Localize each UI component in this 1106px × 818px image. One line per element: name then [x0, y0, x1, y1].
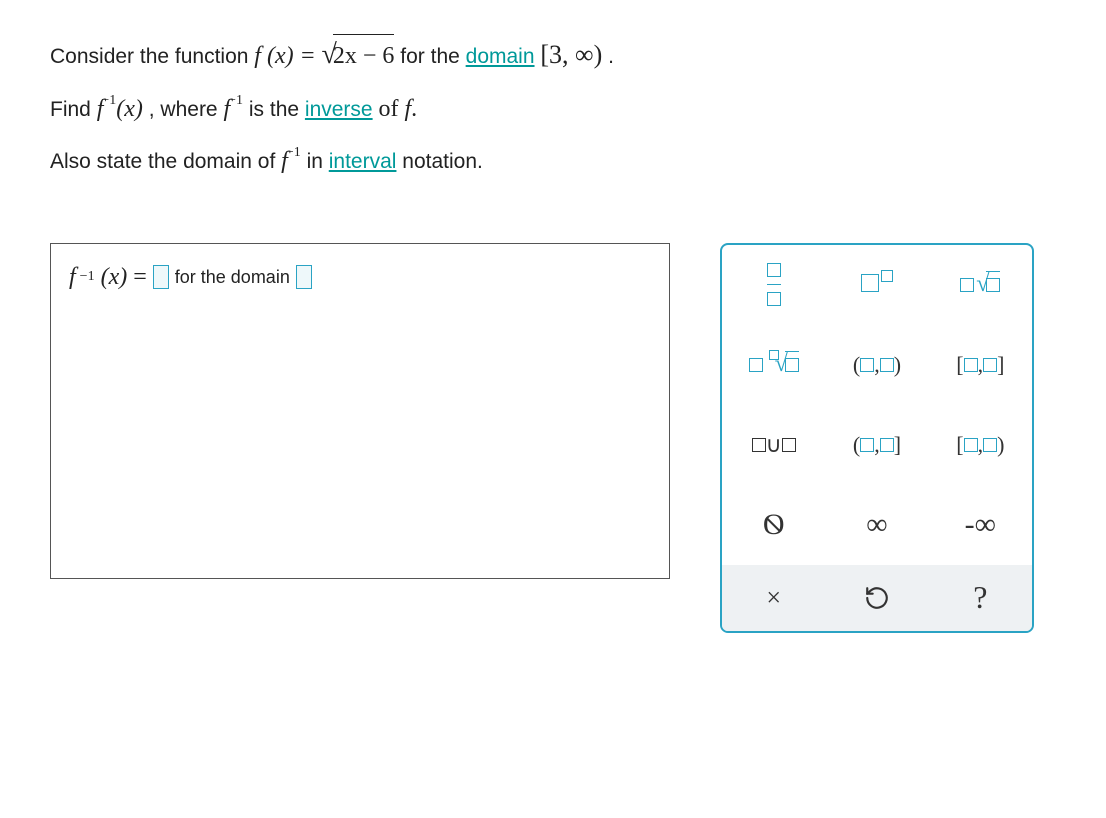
text: for the [400, 45, 465, 68]
key-neg-infinity[interactable]: -∞ [929, 485, 1032, 565]
for-domain-label: for the domain [175, 267, 290, 288]
key-closed-closed-interval[interactable]: [,] [929, 325, 1032, 405]
text: is the [249, 98, 305, 121]
x-paren: (x) [116, 96, 143, 122]
problem-line-3: Also state the domain of f−1 in interval… [50, 140, 1056, 183]
text: Find [50, 98, 97, 121]
interval-link[interactable]: interval [329, 150, 397, 173]
key-sqrt[interactable]: √ [929, 245, 1032, 325]
x-paren: (x) [101, 264, 128, 291]
fx: f (x) [254, 43, 293, 69]
key-closed-open-interval[interactable]: [,) [929, 405, 1032, 485]
domain-link[interactable]: domain [466, 45, 535, 68]
f: f [69, 264, 76, 291]
answer-box: f−1 (x) = for the domain [50, 243, 670, 579]
key-undo[interactable] [825, 565, 928, 631]
sqrt-arg: 2x − 6 [333, 34, 395, 78]
key-help[interactable]: ? [929, 565, 1032, 631]
problem-line-2: Find f−1(x) , where f−1 is the inverse o… [50, 88, 1056, 131]
answer-input-domain[interactable] [296, 265, 312, 289]
key-clear[interactable]: × [722, 565, 825, 631]
text: Also state the domain of [50, 150, 281, 173]
inverse-link[interactable]: inverse [305, 98, 373, 121]
key-nth-root[interactable]: √ [722, 325, 825, 405]
neg1: −1 [101, 93, 116, 108]
text: notation. [402, 150, 483, 173]
neg1: −1 [80, 269, 95, 285]
key-open-closed-interval[interactable]: (,] [825, 405, 928, 485]
key-infinity[interactable]: ∞ [825, 485, 928, 565]
problem-line-1: Consider the function f (x) = √2x − 6 fo… [50, 30, 1056, 80]
equals: = [133, 264, 147, 291]
neg1: −1 [286, 145, 301, 160]
text: , where [149, 98, 224, 121]
period: . [608, 45, 614, 68]
key-union[interactable]: ∪ [722, 405, 825, 485]
keypad: √ √ (,) [,] ∪ (,] [,) O [720, 243, 1034, 633]
answer-line: f−1 (x) = for the domain [69, 264, 651, 291]
key-exponent[interactable] [825, 245, 928, 325]
answer-input-expression[interactable] [153, 265, 169, 289]
empty-set-icon: O [763, 508, 785, 542]
text: Consider the function [50, 45, 254, 68]
equals: = [299, 43, 315, 69]
sqrt-expression: √2x − 6 [322, 30, 395, 80]
text: in [307, 150, 329, 173]
of-f: of f. [378, 96, 417, 122]
key-open-open-interval[interactable]: (,) [825, 325, 928, 405]
neg1: −1 [228, 93, 243, 108]
key-fraction[interactable] [722, 245, 825, 325]
undo-icon [864, 585, 890, 611]
key-empty-set[interactable]: O [722, 485, 825, 565]
domain-interval: [3, ∞) [540, 40, 602, 69]
